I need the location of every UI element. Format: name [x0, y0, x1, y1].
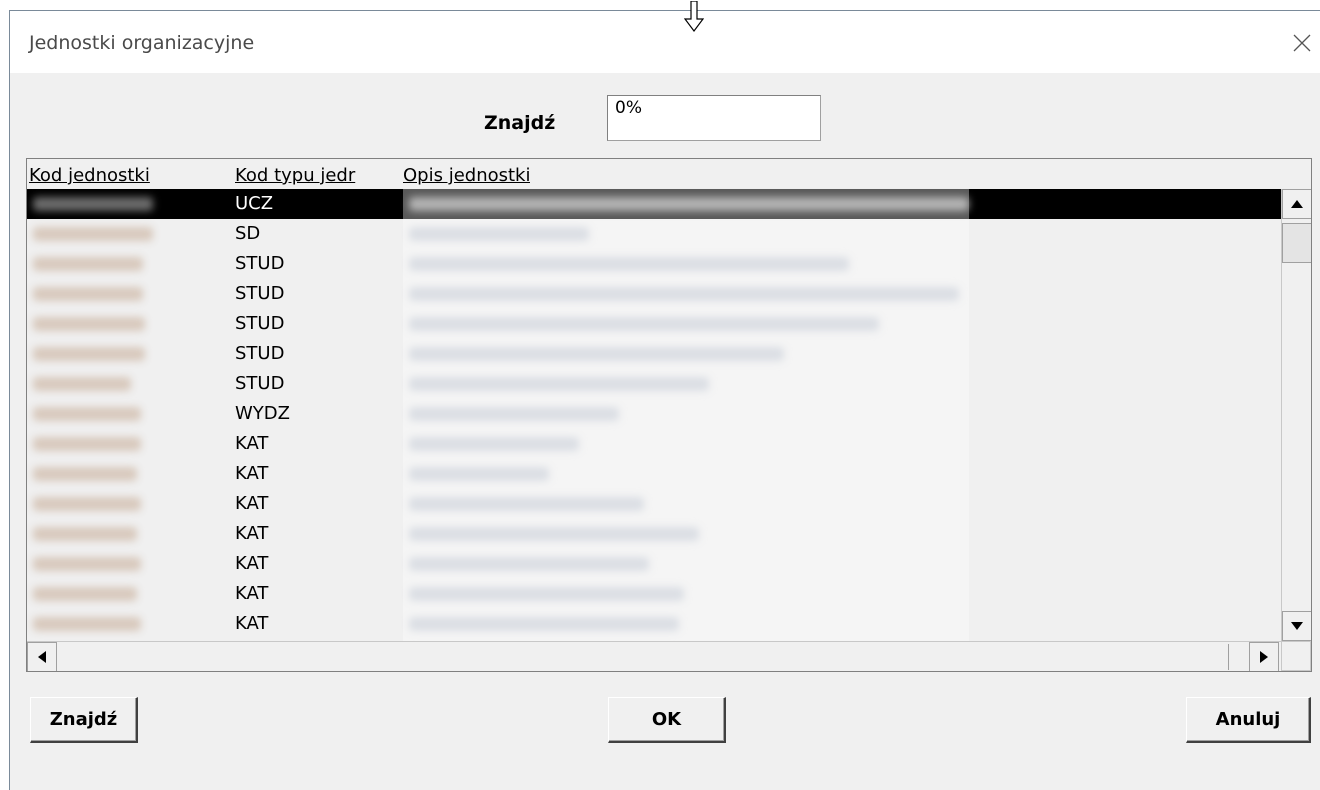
arrow-down-icon: [1291, 622, 1303, 630]
ok-button[interactable]: OK: [608, 697, 726, 743]
redacted-unit-description: [409, 467, 549, 481]
table-row[interactable]: UCZ: [27, 189, 1281, 219]
find-button[interactable]: Znajdź: [30, 697, 138, 743]
column-header-unit-type[interactable]: Kod typu jedr: [235, 165, 375, 186]
title-bar[interactable]: Jednostki organizacyjne: [10, 11, 1320, 73]
unit-type-cell: KAT: [235, 583, 269, 604]
redacted-unit-description: [409, 407, 619, 421]
cancel-button[interactable]: Anuluj: [1186, 697, 1311, 743]
redacted-unit-code: [33, 197, 153, 211]
redacted-unit-code: [33, 587, 137, 601]
window-title: Jednostki organizacyjne: [29, 32, 255, 54]
table-row[interactable]: KAT: [27, 519, 1281, 549]
table-row[interactable]: KAT: [27, 429, 1281, 459]
redacted-unit-description: [409, 587, 684, 601]
close-button[interactable]: [1284, 25, 1320, 61]
redacted-unit-code: [33, 287, 143, 301]
redacted-unit-description: [409, 497, 644, 511]
horizontal-scroll-thumb[interactable]: [59, 644, 1229, 670]
arrow-right-icon: [1260, 651, 1268, 663]
vertical-scroll-thumb[interactable]: [1282, 223, 1311, 263]
redacted-unit-code: [33, 257, 143, 271]
redacted-unit-code: [33, 437, 141, 451]
table-row[interactable]: STUD: [27, 279, 1281, 309]
table-row[interactable]: KAT: [27, 549, 1281, 579]
dialog-window: Jednostki organizacyjne Znajdź Kod jedno…: [9, 1, 1320, 790]
scrollbar-corner: [1281, 641, 1311, 671]
arrow-left-icon: [38, 651, 46, 663]
redacted-unit-code: [33, 497, 141, 511]
table-row[interactable]: WYDZ: [27, 399, 1281, 429]
unit-type-cell: KAT: [235, 553, 269, 574]
redacted-unit-description: [409, 257, 849, 271]
unit-type-cell: UCZ: [235, 193, 274, 214]
unit-type-cell: WYDZ: [235, 403, 290, 424]
column-header-unit-code[interactable]: Kod jednostki: [29, 165, 219, 186]
table-row[interactable]: KAT: [27, 459, 1281, 489]
unit-type-cell: STUD: [235, 313, 285, 334]
redacted-unit-code: [33, 347, 145, 361]
redacted-unit-description: [409, 437, 579, 451]
redacted-unit-code: [33, 317, 145, 331]
resize-cursor-icon: [684, 1, 704, 32]
redacted-unit-description: [409, 377, 709, 391]
redacted-unit-description: [409, 617, 679, 631]
unit-type-cell: STUD: [235, 283, 285, 304]
redacted-unit-code: [33, 227, 153, 241]
redacted-unit-code: [33, 617, 141, 631]
table-row[interactable]: KAT: [27, 489, 1281, 519]
table-row[interactable]: STUD: [27, 249, 1281, 279]
redacted-unit-code: [33, 557, 141, 571]
arrow-up-icon: [1291, 200, 1303, 208]
redacted-unit-code: [33, 467, 137, 481]
unit-type-cell: STUD: [235, 373, 285, 394]
column-header-unit-description[interactable]: Opis jednostki: [403, 165, 530, 186]
redacted-unit-description: [409, 527, 699, 541]
unit-type-cell: KAT: [235, 523, 269, 544]
search-input[interactable]: [607, 95, 821, 141]
unit-type-cell: SD: [235, 223, 261, 244]
table-row[interactable]: KAT: [27, 609, 1281, 639]
redacted-unit-description: [409, 317, 879, 331]
unit-type-cell: KAT: [235, 463, 269, 484]
horizontal-scrollbar[interactable]: [27, 641, 1281, 671]
table-row[interactable]: SD: [27, 219, 1281, 249]
scroll-down-button[interactable]: [1282, 611, 1311, 641]
unit-type-cell: STUD: [235, 253, 285, 274]
table-row[interactable]: STUD: [27, 309, 1281, 339]
scroll-right-button[interactable]: [1249, 642, 1279, 671]
redacted-unit-description: [409, 287, 959, 301]
redacted-unit-code: [33, 527, 137, 541]
unit-type-cell: KAT: [235, 493, 269, 514]
unit-type-cell: KAT: [235, 433, 269, 454]
search-label: Znajdź: [484, 112, 556, 134]
redacted-unit-description: [409, 197, 969, 211]
unit-type-cell: KAT: [235, 613, 269, 634]
vertical-scrollbar[interactable]: [1281, 189, 1311, 641]
table-header: Kod jednostki Kod typu jedr Opis jednost…: [27, 159, 1277, 189]
units-table[interactable]: Kod jednostki Kod typu jedr Opis jednost…: [26, 158, 1312, 672]
redacted-unit-description: [409, 227, 589, 241]
redacted-unit-code: [33, 407, 141, 421]
redacted-unit-description: [409, 557, 649, 571]
unit-type-cell: STUD: [235, 343, 285, 364]
close-icon: [1293, 34, 1311, 52]
scroll-left-button[interactable]: [27, 642, 57, 671]
table-rows: UCZ SD STUD STUD STUD STUD STUD WYDZ KAT KAT KAT KA…: [27, 189, 1281, 639]
table-row[interactable]: KAT: [27, 579, 1281, 609]
scroll-up-button[interactable]: [1282, 189, 1311, 219]
redacted-unit-code: [33, 377, 131, 391]
table-row[interactable]: STUD: [27, 369, 1281, 399]
table-row[interactable]: STUD: [27, 339, 1281, 369]
redacted-unit-description: [409, 347, 784, 361]
